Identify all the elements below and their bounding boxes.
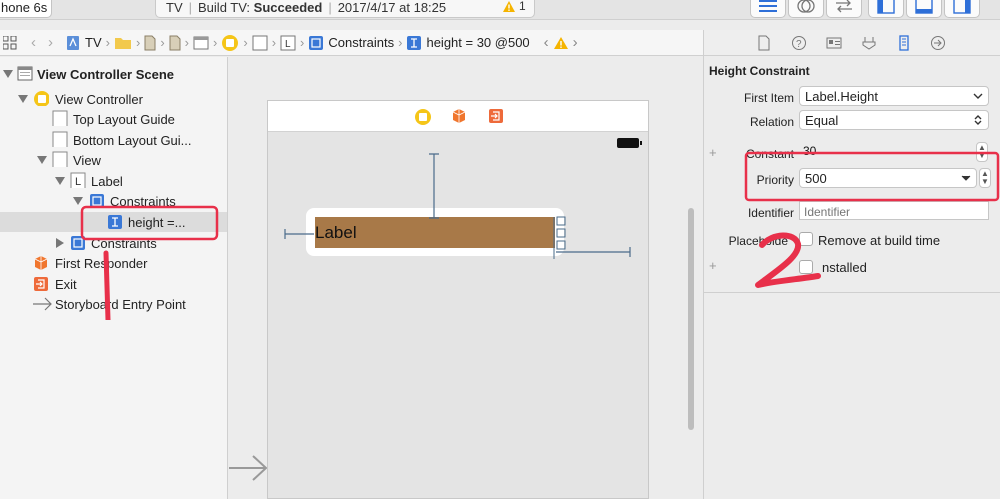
previous-issue-icon[interactable]: ‹ [544,34,549,51]
scene-dock [268,101,648,132]
version-editor-button[interactable] [826,0,862,18]
inspector-tab-bar: ? [704,30,1000,56]
right-panel-icon [953,0,971,14]
assistant-editor-icon [797,0,815,13]
chevron-right-icon: › [243,35,248,50]
file-inspector-icon[interactable] [756,35,772,51]
constraints-icon [309,35,324,50]
relation-popup[interactable]: Equal [799,110,989,130]
svg-text:L: L [285,39,291,50]
entry-point-arrow-icon [229,455,268,481]
toggle-utilities-button[interactable] [944,0,980,18]
version-editor-icon [836,0,852,13]
left-panel-icon [877,0,895,14]
issue-warning-button[interactable] [553,36,569,50]
status-timestamp: 2017/4/17 at 18:25 [337,0,447,15]
attributes-inspector-icon[interactable] [861,35,877,51]
canvas-vertical-scrollbar[interactable] [688,208,694,430]
warning-badge[interactable]: 1 [502,0,526,13]
first-item-popup[interactable]: Label.Height [799,86,989,106]
chevron-up-down-icon [974,115,982,125]
connections-inspector-icon[interactable] [930,35,946,51]
warning-count: 1 [519,0,526,13]
bottom-panel-icon [915,0,933,14]
next-issue-icon[interactable]: › [573,34,578,51]
first-responder-icon[interactable] [451,108,467,124]
first-item-value: Label.Height [805,89,878,104]
annotation-priority-box [744,151,1000,288]
view-controller-scene-frame[interactable]: Label [267,100,649,499]
view-controller-icon[interactable] [414,108,432,126]
chevron-right-icon: › [271,35,277,50]
relation-value: Equal [805,113,839,128]
inspector-section-title: Height Constraint [709,64,810,78]
chevron-down-icon [973,93,983,99]
label-icon: L [280,35,296,50]
exit-icon[interactable] [488,108,504,124]
crumb-view[interactable] [252,35,268,51]
crumb-height-constraint[interactable]: height = 30 @500 [406,35,530,51]
identity-inspector-icon[interactable] [826,35,842,51]
height-constraint-icon [407,35,422,50]
standard-editor-icon [759,0,777,12]
toggle-debug-area-button[interactable] [906,0,942,18]
size-inspector-icon[interactable] [896,35,912,51]
crumb-label[interactable]: L [280,35,296,51]
warning-icon [553,36,568,49]
status-build-result: Succeeded [253,0,323,15]
help-inspector-icon[interactable]: ? [791,35,807,51]
first-item-label: First Item [744,91,794,105]
toggle-navigator-button[interactable] [868,0,904,18]
standard-editor-button[interactable] [750,0,786,18]
assistant-editor-button[interactable] [788,0,824,18]
warning-icon [503,0,515,12]
relation-label: Relation [749,115,794,129]
svg-text:?: ? [796,39,802,50]
constraint-guides [284,153,631,259]
crumb-constraints-label: Constraints [328,35,395,50]
annotation-highlight-box [80,205,219,320]
chevron-right-icon: › [300,35,305,50]
crumb-height-label: height = 30 @500 [426,35,530,50]
chevron-right-icon: › [398,35,403,50]
crumb-constraints[interactable]: Constraints [308,35,394,51]
view-icon [252,35,268,50]
